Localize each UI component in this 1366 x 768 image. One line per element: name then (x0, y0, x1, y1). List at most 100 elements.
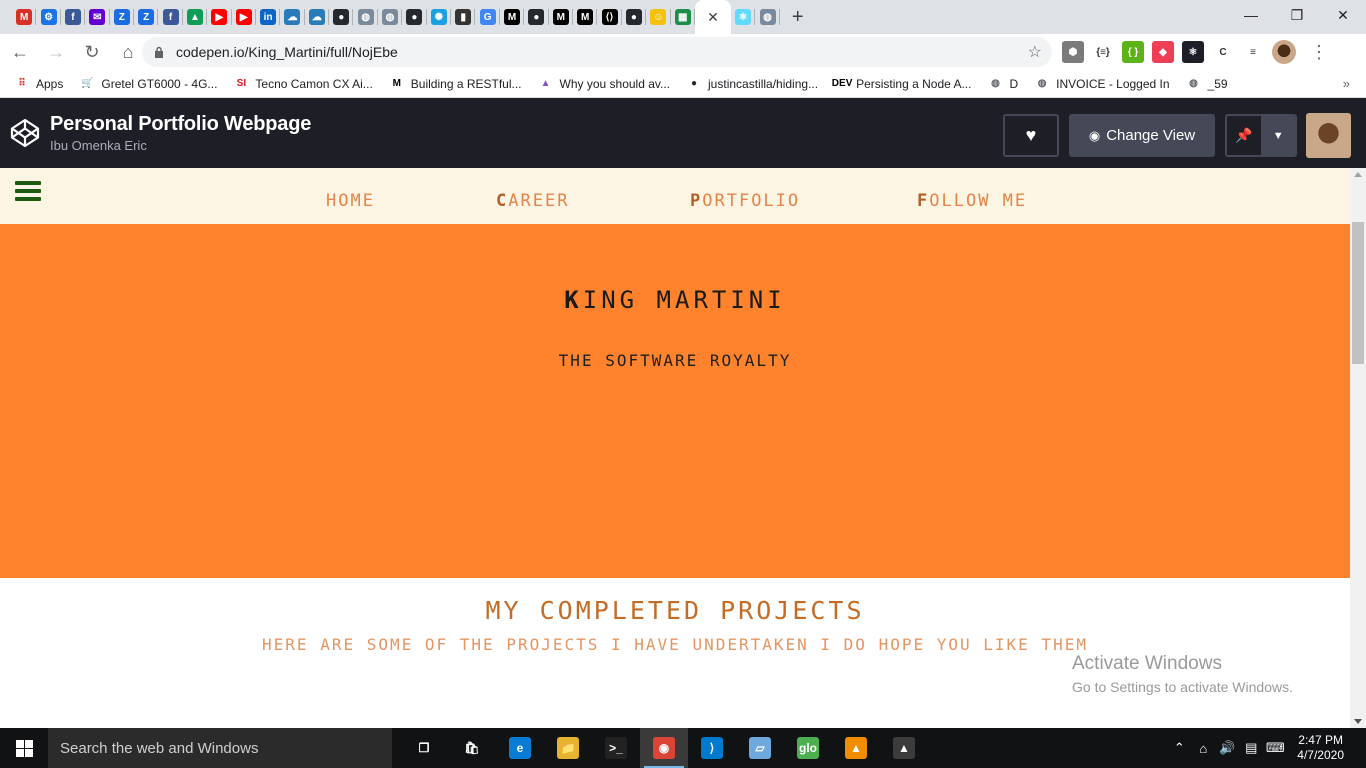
browser-tab[interactable]: ☁ (280, 0, 306, 34)
taskbar-app[interactable]: 🛍 (448, 728, 496, 768)
browser-tab[interactable]: ▲ (183, 0, 208, 34)
forward-button[interactable]: → (40, 36, 72, 68)
tray-chevron-icon[interactable]: ⌃ (1167, 740, 1191, 756)
browser-tab[interactable]: ⟨⟩ (597, 0, 623, 34)
browser-tab[interactable]: ☺ (646, 0, 671, 34)
close-window-button[interactable]: ✕ (1320, 0, 1366, 30)
browser-tab-active[interactable]: ✕ (694, 0, 731, 34)
taskbar-app[interactable]: 📁 (544, 728, 592, 768)
taskbar-app[interactable]: glo (784, 728, 832, 768)
bookmark-item[interactable]: SI Tecno Camon CX Ai... (233, 76, 373, 92)
page-scrollbar[interactable] (1350, 168, 1366, 728)
browser-tab[interactable]: ▶ (232, 0, 257, 34)
browser-tab[interactable]: f (158, 0, 184, 34)
taskbar-app[interactable]: ◉ (640, 728, 688, 768)
browser-tab[interactable]: f (61, 0, 86, 34)
json-extension-icon[interactable]: {≡} (1092, 41, 1114, 63)
browser-tab[interactable]: G (475, 0, 501, 34)
browser-tab[interactable]: M (12, 0, 37, 34)
scrollbar-thumb[interactable] (1352, 222, 1364, 364)
back-button[interactable]: ← (4, 36, 36, 68)
change-view-button[interactable]: ◉ Change View (1069, 114, 1215, 157)
scroll-down-arrow-icon[interactable] (1354, 719, 1362, 724)
bookmark-star-icon[interactable]: ☆ (1028, 42, 1042, 62)
pen-author[interactable]: Ibu Omenka Eric (50, 138, 311, 153)
action-center-icon[interactable]: ▤ (1239, 740, 1263, 756)
nav-link-career[interactable]: Career (496, 191, 569, 211)
bookmarks-overflow-button[interactable]: » (1343, 76, 1350, 91)
pin-dropdown-chevron-icon[interactable]: ▼ (1260, 116, 1295, 155)
green-extension-icon[interactable]: { } (1122, 41, 1144, 63)
nav-link-portfolio[interactable]: Portfolio (690, 191, 800, 211)
taskbar-app[interactable]: ▲ (832, 728, 880, 768)
taskbar-app[interactable]: ❐ (400, 728, 448, 768)
browser-tab[interactable]: in (256, 0, 281, 34)
bookmark-item[interactable]: M Building a RESTful... (389, 76, 522, 92)
bookmark-item[interactable]: DEV Persisting a Node A... (832, 76, 972, 92)
browser-tab[interactable]: ⚛ (731, 0, 756, 34)
browser-menu-icon[interactable]: ⋮ (1310, 42, 1328, 63)
scroll-up-arrow-icon[interactable] (1354, 172, 1362, 177)
taskbar-app[interactable]: ▱ (736, 728, 784, 768)
browser-tab[interactable]: ● (329, 0, 354, 34)
bookmark-item[interactable]: 🛒 Gretel GT6000 - 4G... (79, 76, 217, 92)
browser-tab[interactable]: ▶ (207, 0, 232, 34)
codepen-logo-icon[interactable] (9, 117, 41, 149)
new-tab-button[interactable]: + (780, 0, 816, 34)
browser-tab[interactable]: ◍ (353, 0, 379, 34)
nav-link-home[interactable]: Home (326, 191, 375, 211)
browser-tab[interactable]: ⚙ (36, 0, 62, 34)
playlist-extension-icon[interactable]: ≡ (1242, 41, 1264, 63)
bookmark-item[interactable]: ◍ _59 (1186, 76, 1227, 92)
taskbar-app[interactable]: e (496, 728, 544, 768)
profile-avatar[interactable] (1272, 40, 1296, 64)
eye-icon: ◉ (1088, 127, 1101, 143)
browser-tab[interactable]: Z (110, 0, 135, 34)
bookmark-item[interactable]: ◍ D (987, 76, 1018, 92)
start-button[interactable] (0, 728, 48, 768)
bookmark-item[interactable]: ● justincastilla/hiding... (686, 76, 818, 92)
taskbar-clock[interactable]: 2:47 PM 4/7/2020 (1297, 733, 1344, 763)
nav-link-follow-me[interactable]: Follow Me (917, 191, 1027, 211)
taskbar-app[interactable]: >_ (592, 728, 640, 768)
minimize-button[interactable]: — (1228, 0, 1274, 30)
browser-tab[interactable]: ● (402, 0, 428, 34)
home-button[interactable]: ⌂ (112, 36, 144, 68)
taskbar-app[interactable]: ⟩ (688, 728, 736, 768)
browser-tab[interactable]: Z (134, 0, 159, 34)
cube-extension-icon[interactable]: ⬢ (1062, 41, 1084, 63)
browser-tab[interactable]: ◍ (755, 0, 781, 34)
react-extension-icon[interactable]: ⚛ (1182, 41, 1204, 63)
bookmark-item[interactable]: ◍ INVOICE - Logged In (1034, 76, 1170, 92)
c-extension-icon[interactable]: C (1212, 41, 1234, 63)
projects-title: My Completed Projects (485, 596, 865, 625)
taskbar-search-box[interactable]: Search the web and Windows (48, 728, 392, 768)
browser-tab[interactable]: ▦ (671, 0, 696, 34)
network-icon[interactable]: ⌂ (1191, 741, 1215, 756)
browser-tab[interactable]: ● (622, 0, 647, 34)
browser-tab[interactable]: M (549, 0, 574, 34)
browser-tab[interactable]: ☁ (305, 0, 330, 34)
pocket-extension-icon[interactable]: ◆ (1152, 41, 1174, 63)
browser-tab[interactable]: M (500, 0, 525, 34)
keyboard-icon[interactable]: ⌨ (1263, 740, 1287, 756)
like-button[interactable]: ♥ (1003, 114, 1059, 157)
close-tab-icon[interactable]: ✕ (707, 9, 719, 26)
address-bar[interactable]: codepen.io/King_Martini/full/NojEbe ☆ (142, 37, 1052, 67)
pin-icon[interactable]: 📌 (1227, 116, 1261, 155)
restore-button[interactable]: ❐ (1274, 0, 1320, 30)
user-avatar[interactable] (1306, 113, 1351, 158)
bookmark-item[interactable]: ⠿ Apps (14, 76, 63, 92)
browser-tab[interactable]: ▮ (451, 0, 476, 34)
taskbar-app[interactable]: ▲ (880, 728, 928, 768)
browser-tab[interactable]: ● (524, 0, 549, 34)
browser-tab[interactable]: ✉ (85, 0, 110, 34)
bookmark-item[interactable]: ▲ Why you should av... (538, 76, 670, 92)
browser-tab[interactable]: ✺ (427, 0, 452, 34)
browser-tab[interactable]: ◍ (378, 0, 403, 34)
reload-button[interactable]: ↻ (76, 36, 108, 68)
si-icon: SI (236, 78, 247, 89)
volume-icon[interactable]: 🔊 (1215, 740, 1239, 756)
browser-tab[interactable]: M (573, 0, 598, 34)
hamburger-menu-icon[interactable] (15, 181, 41, 203)
